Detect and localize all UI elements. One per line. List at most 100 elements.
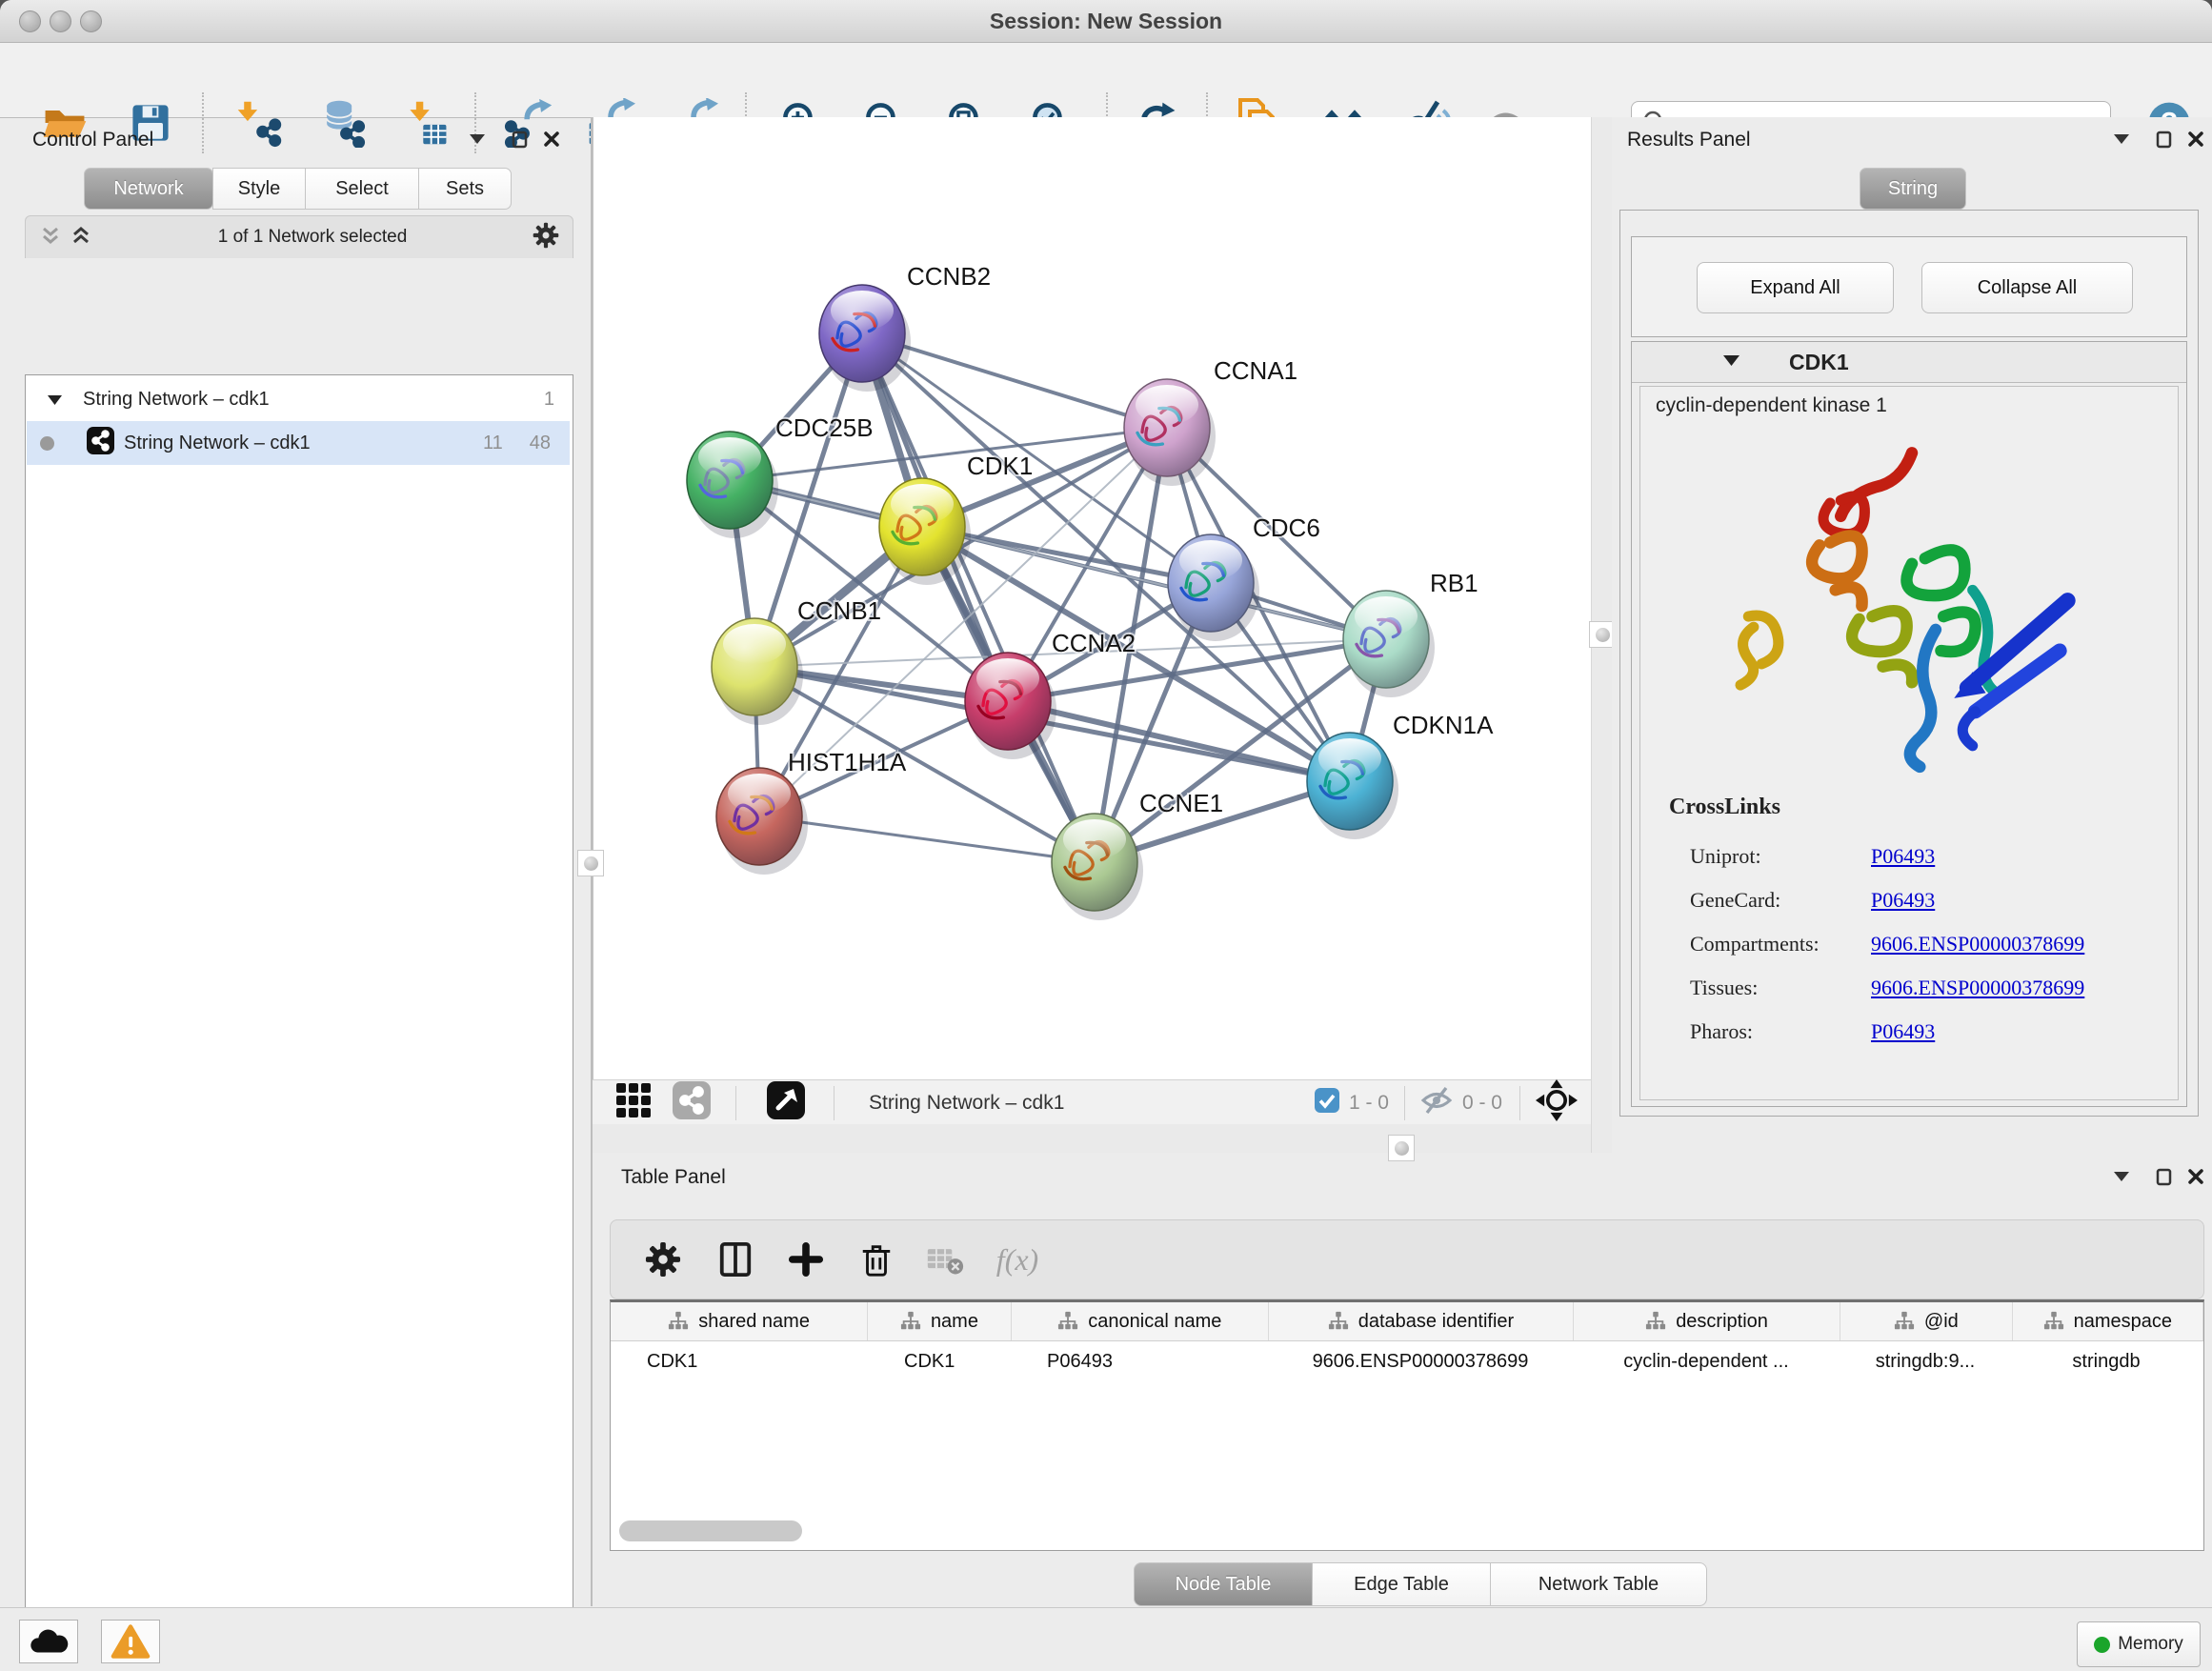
- crosslink-value-link[interactable]: P06493: [1871, 844, 1935, 869]
- network-node-label-RB1: RB1: [1430, 569, 1478, 597]
- crosslink-value-link[interactable]: 9606.ENSP00000378699: [1871, 976, 2084, 1000]
- expand-all-button[interactable]: Expand All: [1697, 262, 1894, 313]
- network-edge-CCNB2-CCNE1[interactable]: [862, 333, 1095, 862]
- main-toolbar: ?: [0, 43, 2212, 118]
- network-node-label-CCNA1: CCNA1: [1214, 356, 1297, 385]
- cloud-status-button[interactable]: [19, 1620, 78, 1663]
- delete-column-trash-icon[interactable]: [847, 1230, 906, 1289]
- birdseye-navigator-icon[interactable]: [1536, 1079, 1578, 1126]
- show-columns-icon[interactable]: [706, 1230, 765, 1289]
- results-panel-float-icon[interactable]: [2149, 127, 2178, 151]
- column-header-sharedname[interactable]: shared name: [611, 1302, 868, 1340]
- network-canvas[interactable]: CCNB2CCNA1CDC25BCDK1CDC6RB1CCNB1CCNA2CDK…: [593, 117, 1592, 1079]
- network-node-label-CCNA2: CCNA2: [1052, 629, 1136, 657]
- tab-sets[interactable]: Sets: [418, 168, 512, 210]
- network-node-CCNA2[interactable]: CCNA2: [965, 629, 1136, 759]
- table-options-gear-icon[interactable]: [633, 1230, 693, 1289]
- hidden-eye-icon[interactable]: [1420, 1086, 1453, 1119]
- results-panel-menu-icon[interactable]: [2107, 127, 2136, 151]
- table-splitter[interactable]: [593, 1124, 1591, 1153]
- column-header-id[interactable]: @id: [1840, 1302, 2012, 1340]
- selected-checkbox-icon[interactable]: [1315, 1088, 1339, 1117]
- create-column-plus-icon[interactable]: [776, 1230, 835, 1289]
- crosslink-label: Compartments:: [1690, 932, 1871, 956]
- left-splitter-handle[interactable]: [577, 850, 604, 876]
- network-row[interactable]: String Network – cdk1 11 48: [27, 421, 570, 465]
- network-node-CCNE1[interactable]: CCNE1: [1052, 789, 1223, 920]
- protein-structure-image: [1707, 434, 2117, 777]
- results-panel-close-icon[interactable]: [2182, 127, 2210, 151]
- tab-select[interactable]: Select: [305, 168, 419, 210]
- table-panel-title: Table Panel: [621, 1166, 726, 1189]
- collapse-all-icon[interactable]: [39, 224, 62, 252]
- network-node-CDKN1A[interactable]: CDKN1A: [1307, 711, 1494, 839]
- table-row[interactable]: CDK1CDK1P064939606.ENSP00000378699cyclin…: [611, 1341, 2203, 1381]
- table-cell: 9606.ENSP00000378699: [1268, 1341, 1573, 1381]
- tab-edge-table[interactable]: Edge Table: [1312, 1562, 1491, 1606]
- tab-network-table[interactable]: Network Table: [1490, 1562, 1707, 1606]
- function-builder-icon: f(x): [988, 1230, 1047, 1289]
- network-list-toolbar: 1 of 1 Network selected: [25, 215, 573, 258]
- gene-section-header[interactable]: CDK1: [1632, 342, 2186, 383]
- network-collection-row[interactable]: String Network – cdk1 1: [27, 377, 570, 421]
- crosslink-label: Tissues:: [1690, 976, 1871, 1000]
- table-cell: CDK1: [868, 1341, 1011, 1381]
- tab-node-table[interactable]: Node Table: [1134, 1562, 1313, 1606]
- tab-string[interactable]: String: [1860, 168, 1966, 210]
- table-panel-close-icon[interactable]: [2182, 1164, 2210, 1189]
- network-list-options-gear-icon[interactable]: [533, 222, 559, 253]
- crosslink-row: Pharos:P06493: [1690, 1010, 2166, 1054]
- crosslink-row: Tissues:9606.ENSP00000378699: [1690, 966, 2166, 1010]
- control-panel-menu-icon[interactable]: [463, 127, 492, 151]
- memory-status-dot: [2094, 1637, 2110, 1653]
- memory-button[interactable]: Memory: [2077, 1621, 2201, 1667]
- collapse-all-button[interactable]: Collapse All: [1921, 262, 2133, 313]
- network-row-label: String Network – cdk1: [124, 433, 311, 454]
- tab-style[interactable]: Style: [212, 168, 306, 210]
- column-header-canonicalname[interactable]: canonical name: [1012, 1302, 1269, 1340]
- network-node-RB1[interactable]: RB1: [1343, 569, 1478, 697]
- network-node-label-CDKN1A: CDKN1A: [1393, 711, 1494, 739]
- crosslink-value-link[interactable]: 9606.ENSP00000378699: [1871, 932, 2084, 956]
- status-bar: [0, 1607, 2212, 1671]
- tab-network[interactable]: Network: [84, 168, 213, 210]
- control-panel-tabs: Network Style Select Sets: [84, 168, 512, 210]
- tree-expander-icon[interactable]: [48, 389, 62, 411]
- control-panel-close-icon[interactable]: [537, 127, 566, 151]
- grid-view-icon[interactable]: [615, 1082, 652, 1123]
- window-title: Session: New Session: [0, 9, 2212, 34]
- crosslinks-list: Uniprot:P06493GeneCard:P06493Compartment…: [1690, 835, 2166, 1054]
- network-node-count: 11: [483, 433, 503, 454]
- column-header-name[interactable]: name: [868, 1302, 1012, 1340]
- column-header-databaseidentifier[interactable]: database identifier: [1269, 1302, 1574, 1340]
- expand-all-icon[interactable]: [70, 224, 92, 252]
- section-collapse-icon[interactable]: [1723, 353, 1739, 371]
- table-panel-menu-icon[interactable]: [2107, 1164, 2136, 1189]
- warning-icon: [111, 1623, 151, 1660]
- network-node-HIST1H1A[interactable]: HIST1H1A: [716, 748, 907, 875]
- table-cell: CDK1: [611, 1341, 868, 1381]
- column-header-namespace[interactable]: namespace: [2013, 1302, 2203, 1340]
- network-view-title: String Network – cdk1: [869, 1092, 1064, 1115]
- network-view-dot-icon: [40, 436, 54, 451]
- crosslink-value-link[interactable]: P06493: [1871, 888, 1935, 913]
- table-panel-float-icon[interactable]: [2149, 1164, 2178, 1189]
- network-node-CCNA1[interactable]: CCNA1: [1124, 356, 1297, 486]
- crosslink-value-link[interactable]: P06493: [1871, 1019, 1935, 1044]
- network-node-CCNB1[interactable]: CCNB1: [712, 596, 881, 725]
- delete-table-icon: [915, 1230, 975, 1289]
- network-edge-CCNE1-HIST1H1A[interactable]: [759, 816, 1095, 862]
- network-edge-CCNA2-CDKN1A[interactable]: [1008, 701, 1350, 781]
- column-header-description[interactable]: description: [1574, 1302, 1840, 1340]
- table-cell: stringdb: [2011, 1341, 2202, 1381]
- network-node-label-HIST1H1A: HIST1H1A: [788, 748, 907, 776]
- table-horizontal-scrollbar[interactable]: [619, 1520, 802, 1541]
- network-node-CDC6[interactable]: CDC6: [1168, 513, 1320, 641]
- network-collection-label: String Network – cdk1: [83, 389, 270, 411]
- share-view-icon[interactable]: [673, 1081, 711, 1124]
- table-toolbar: f(x): [610, 1219, 2204, 1299]
- memory-label: Memory: [2118, 1634, 2183, 1655]
- control-panel-float-icon[interactable]: [505, 127, 533, 151]
- detach-view-icon[interactable]: [767, 1081, 805, 1124]
- warnings-button[interactable]: [101, 1620, 160, 1663]
